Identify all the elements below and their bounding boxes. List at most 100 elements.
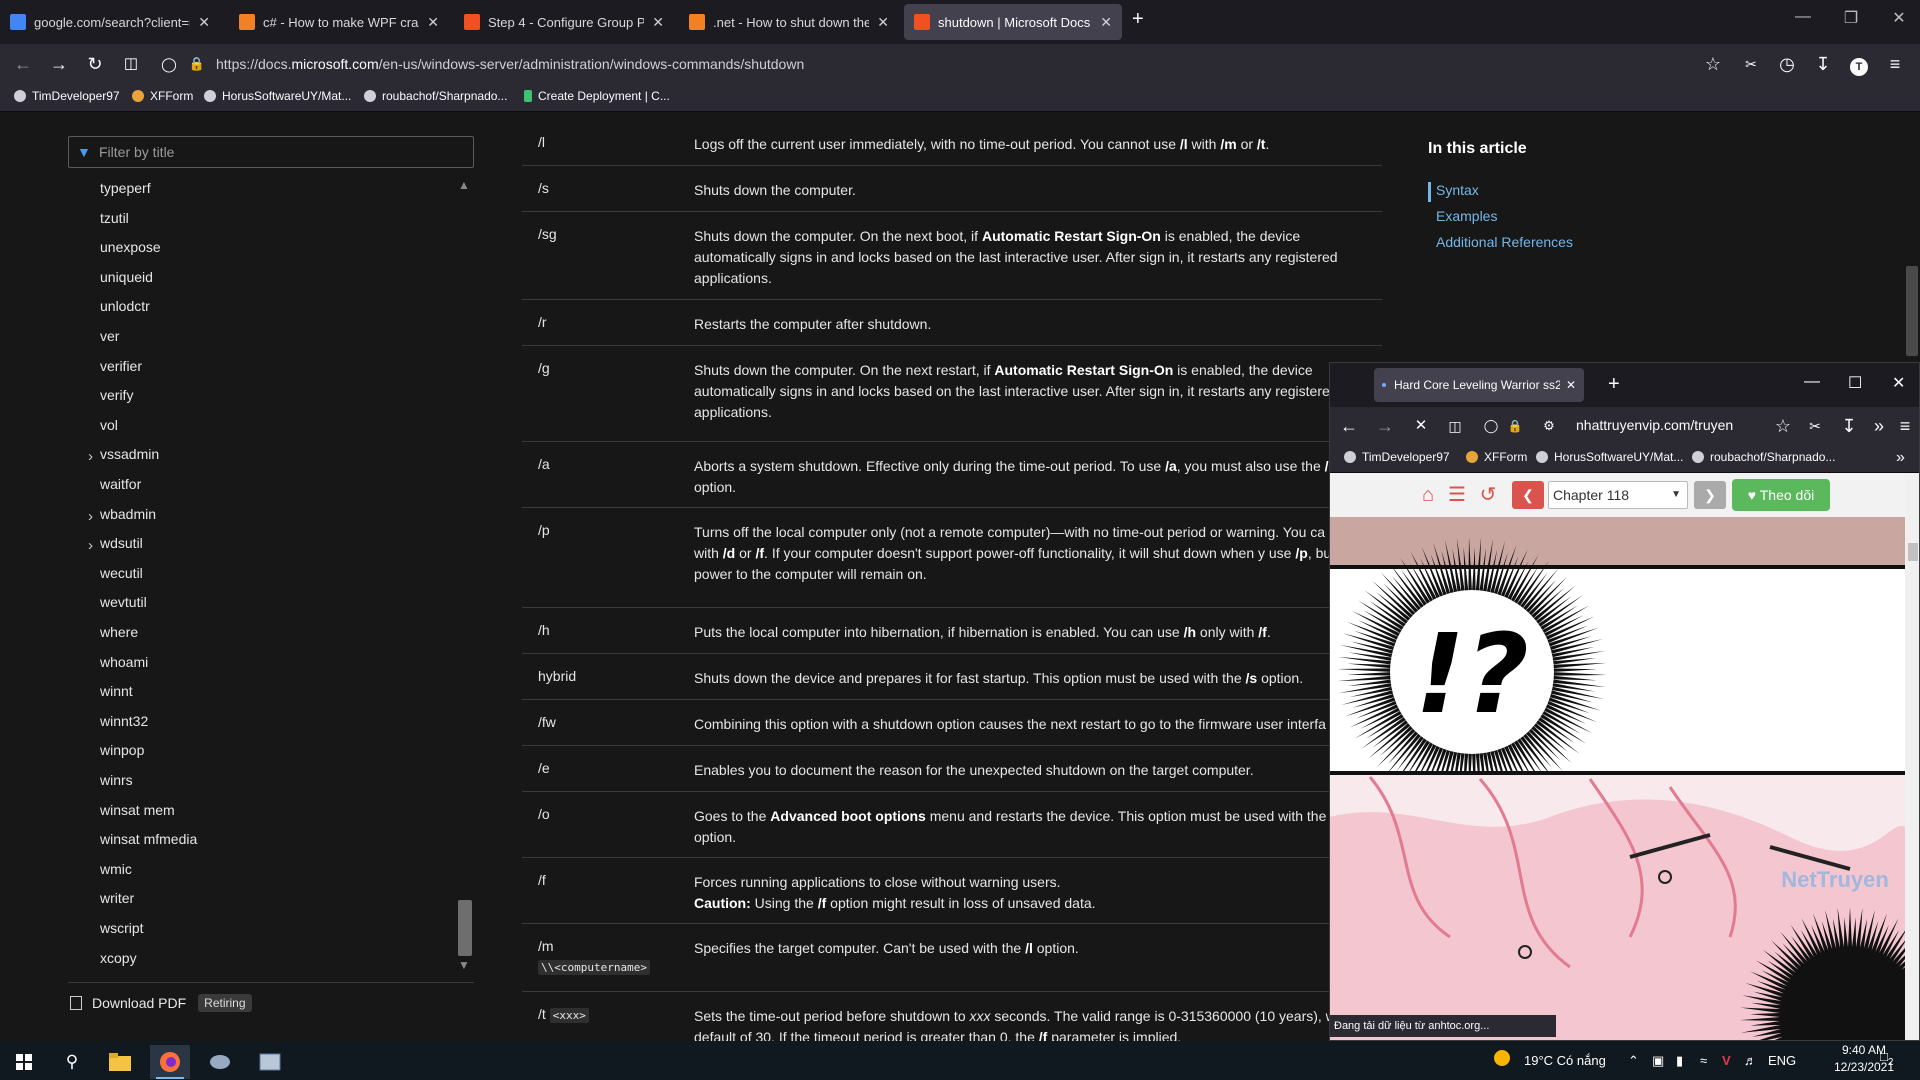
toc-scrollbar[interactable] <box>458 900 472 956</box>
overflow-icon[interactable]: » <box>1896 449 1905 467</box>
toc-item[interactable]: verify <box>100 387 133 403</box>
follow-button[interactable]: ♥ Theo dõi <box>1732 479 1830 511</box>
toc-item[interactable]: where <box>100 624 138 640</box>
toc-item[interactable]: unexpose <box>100 239 161 255</box>
list-icon[interactable]: ☰ <box>1444 481 1470 509</box>
minimize-icon[interactable]: — <box>1804 373 1820 391</box>
back-icon[interactable]: ← <box>10 52 36 76</box>
menu-icon[interactable]: ≡ <box>1892 414 1918 438</box>
url-bar[interactable]: https://docs.microsoft.com/en-us/windows… <box>216 50 1716 78</box>
history-icon[interactable]: ↺ <box>1476 481 1500 509</box>
scroll-down-icon[interactable]: ▼ <box>458 958 470 972</box>
history-icon[interactable]: ◷ <box>1774 52 1800 76</box>
battery-icon[interactable]: ▮ <box>1676 1053 1683 1069</box>
toc-item[interactable]: winnt <box>100 683 133 699</box>
toc-item[interactable]: winsat mem <box>100 802 175 818</box>
close-tab-icon[interactable]: ✕ <box>877 14 889 31</box>
close-tab-icon[interactable]: ✕ <box>198 14 210 31</box>
article-link-syntax[interactable]: Syntax <box>1436 182 1479 198</box>
toc-item[interactable]: winpop <box>100 742 144 758</box>
wifi-icon[interactable]: ≈ <box>1700 1053 1707 1068</box>
toc-item[interactable]: ver <box>100 328 119 344</box>
weather-icon[interactable] <box>1494 1050 1510 1069</box>
page-scrollbar-thumb[interactable] <box>1906 266 1918 356</box>
app-window-icon[interactable] <box>250 1045 290 1079</box>
close-tab-icon[interactable]: ✕ <box>1566 378 1576 392</box>
chapter-select[interactable]: Chapter 118 ▼ <box>1548 481 1688 509</box>
download-icon[interactable]: ↧ <box>1836 414 1862 438</box>
bookmark-item[interactable]: XFForm <box>1466 450 1527 464</box>
firefox-icon[interactable] <box>150 1045 190 1079</box>
minimize-icon[interactable]: — <box>1788 8 1818 26</box>
home-icon[interactable]: ⌂ <box>1416 481 1440 509</box>
vivaldi-icon[interactable]: V <box>1722 1053 1731 1068</box>
toc-item[interactable]: xcopy <box>100 950 137 966</box>
toc-item[interactable]: winrs <box>100 772 133 788</box>
toc-item[interactable]: wecutil <box>100 565 143 581</box>
menu-icon[interactable]: ≡ <box>1882 52 1908 76</box>
bookmark-item[interactable]: TimDeveloper97 <box>1344 450 1450 464</box>
app-icon[interactable] <box>200 1045 240 1079</box>
maximize-icon[interactable]: ☐ <box>1848 373 1862 393</box>
close-window-icon[interactable]: ✕ <box>1892 373 1905 393</box>
toc-item[interactable]: verifier <box>100 358 142 374</box>
notifications-icon[interactable]: □2 <box>1880 1049 1893 1068</box>
extension-icon[interactable]: ◫ <box>1442 414 1468 438</box>
lock-icon[interactable]: 🔒 <box>184 52 210 76</box>
screenshot-icon[interactable]: ✂ <box>1802 414 1828 438</box>
next-chapter-button[interactable]: ❯ <box>1694 481 1726 509</box>
account-icon[interactable]: T <box>1846 52 1872 76</box>
chevron-up-icon[interactable]: ⌃ <box>1628 1053 1639 1069</box>
volume-muted-icon[interactable]: ♬ <box>1744 1053 1757 1068</box>
overflow-icon[interactable]: » <box>1866 414 1892 438</box>
prev-chapter-button[interactable]: ❮ <box>1512 481 1544 509</box>
bookmark-item[interactable]: roubachof/Sharpnado... <box>1692 450 1835 464</box>
download-pdf-link[interactable]: Download PDF Retiring <box>68 982 474 1022</box>
permissions-icon[interactable]: ⚙ <box>1536 414 1562 438</box>
toc-item[interactable]: unlodctr <box>100 298 150 314</box>
lock-icon[interactable]: 🔒 <box>1502 414 1528 438</box>
forward-icon[interactable]: → <box>46 52 72 76</box>
toc-item[interactable]: wdsutil <box>100 535 143 551</box>
scroll-up-icon[interactable]: ▲ <box>458 178 470 192</box>
back-icon[interactable]: ← <box>1336 414 1362 438</box>
browser-tab[interactable]: shutdown | Microsoft Docs ✕ <box>904 4 1122 40</box>
float-tab[interactable]: Hard Core Leveling Warrior ss2 ✕ <box>1374 368 1584 402</box>
close-tab-icon[interactable]: ✕ <box>652 14 664 31</box>
toc-item[interactable]: tzutil <box>100 210 129 226</box>
toc-item[interactable]: typeperf <box>100 180 151 196</box>
bookmark-item[interactable]: HorusSoftwareUY/Mat... <box>1536 450 1683 464</box>
close-tab-icon[interactable]: ✕ <box>427 14 439 31</box>
star-icon[interactable]: ☆ <box>1700 52 1726 76</box>
toc-item[interactable]: vssadmin <box>100 446 159 462</box>
extension-icon[interactable]: ◫ <box>118 52 144 76</box>
star-icon[interactable]: ☆ <box>1770 414 1796 438</box>
bookmark-item[interactable]: XFForm <box>132 89 193 103</box>
float-scrollbar-thumb[interactable] <box>1908 543 1918 561</box>
bookmark-item[interactable]: HorusSoftwareUY/Mat... <box>204 89 351 103</box>
close-tab-icon[interactable]: ✕ <box>1100 14 1112 31</box>
forward-icon[interactable]: → <box>1372 414 1398 438</box>
windows-start-icon[interactable] <box>4 1045 44 1079</box>
stop-icon[interactable]: ✕ <box>1408 414 1434 438</box>
shield-icon[interactable]: ◯ <box>1478 414 1504 438</box>
reload-icon[interactable]: ↻ <box>82 52 108 76</box>
chevron-right-icon[interactable]: › <box>88 448 93 465</box>
toc-item[interactable]: whoami <box>100 654 148 670</box>
toc-item[interactable]: wevtutil <box>100 594 147 610</box>
close-window-icon[interactable]: ✕ <box>1884 8 1914 28</box>
new-tab-button[interactable]: + <box>1132 8 1144 31</box>
toc-item[interactable]: uniqueid <box>100 269 153 285</box>
search-icon[interactable]: ⚲ <box>52 1045 92 1079</box>
browser-tab[interactable]: .net - How to shut down the co ✕ <box>679 4 899 40</box>
float-url-bar[interactable]: nhattruyenvip.com/truyen <box>1576 417 1766 433</box>
browser-tab[interactable]: Step 4 - Configure Group Policy ✕ <box>454 4 674 40</box>
article-link-examples[interactable]: Examples <box>1436 208 1497 224</box>
browser-tab[interactable]: google.com/search?client=ms- ✕ <box>0 4 220 40</box>
toc-item[interactable]: writer <box>100 890 134 906</box>
bookmark-item[interactable]: roubachof/Sharpnado... <box>364 89 507 103</box>
toc-item[interactable]: winnt32 <box>100 713 148 729</box>
new-tab-button[interactable]: + <box>1608 373 1620 396</box>
download-icon[interactable]: ↧ <box>1810 52 1836 76</box>
network-status-icon[interactable]: ▣ <box>1652 1053 1664 1069</box>
